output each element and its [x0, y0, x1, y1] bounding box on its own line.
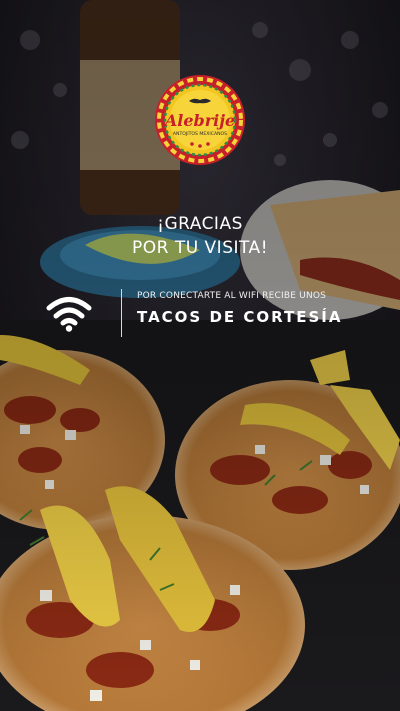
alebrije-logo: Alebrije ANTOJITOS MEXICANOS	[154, 74, 246, 166]
logo-brand-text: Alebrije	[163, 111, 235, 130]
wifi-offer-headline: TACOS DE CORTESÍA	[137, 308, 343, 326]
wifi-icon	[46, 297, 92, 332]
thank-you-message: ¡GRACIAS POR TU VISITA!	[0, 212, 400, 260]
wifi-offer-caption: POR CONECTARTE AL WIFI RECIBE UNOS	[137, 291, 327, 301]
thank-you-line-1: ¡GRACIAS	[157, 214, 243, 234]
vertical-divider	[121, 289, 122, 337]
thank-you-line-2: POR TU VISITA!	[131, 238, 269, 258]
logo-tagline-text: ANTOJITOS MEXICANOS	[173, 131, 227, 137]
